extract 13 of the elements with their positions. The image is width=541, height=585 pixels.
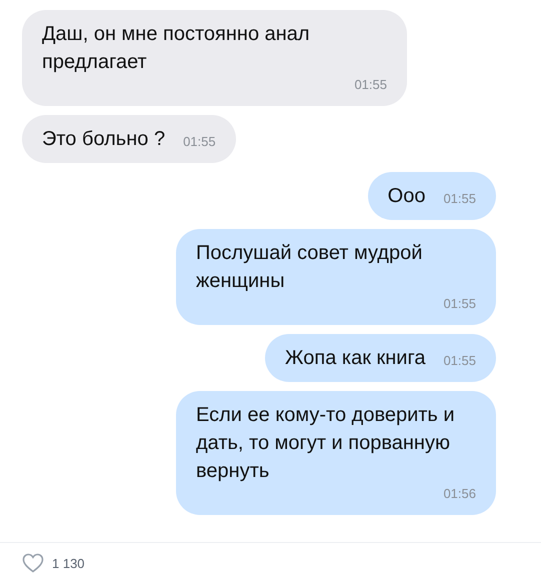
message-text: Если ее кому-то доверить и дать, то могут и порванную вернуть <box>196 403 456 484</box>
message-text: Послушай совет мудрой женщины <box>196 241 424 294</box>
message-text: Даш, он мне постоянно анал предлагает <box>42 22 311 75</box>
message-time: 01:55 <box>443 295 476 313</box>
message-text: Жопа как книга <box>285 346 426 371</box>
message-text: Ооо <box>388 184 426 209</box>
message-text: Это больно ? <box>42 127 166 152</box>
like-button[interactable]: 1 130 <box>22 553 85 573</box>
message-time: 01:55 <box>183 133 216 151</box>
message-time: 01:55 <box>354 76 387 94</box>
message-time: 01:55 <box>443 352 476 370</box>
message-time: 01:56 <box>443 485 476 503</box>
message-time: 01:55 <box>443 190 476 208</box>
